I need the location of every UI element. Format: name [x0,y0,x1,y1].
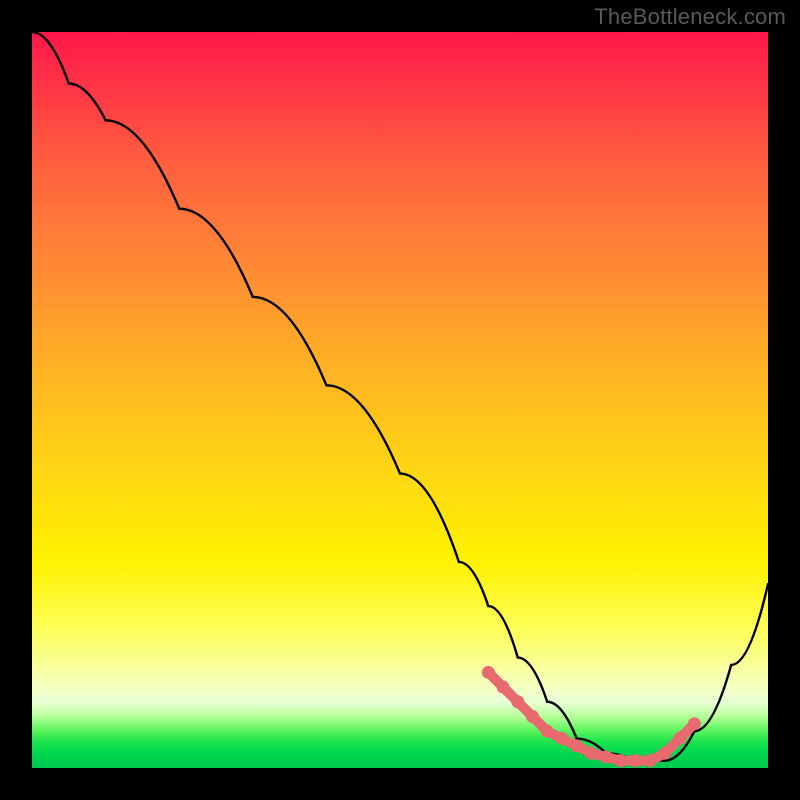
marker-dot [644,754,657,767]
marker-dot [541,725,554,738]
chart-plot-area [32,32,768,768]
marker-dot [673,732,686,745]
marker-group [482,666,701,767]
chart-svg [32,32,768,768]
marker-dot [570,739,583,752]
marker-dot [629,754,642,767]
marker-dot [585,747,598,760]
marker-dot [555,732,568,745]
marker-dot [497,681,510,694]
chart-frame: TheBottleneck.com [0,0,800,800]
marker-dot [482,666,495,679]
marker-dot [688,717,701,730]
marker-dot [511,695,524,708]
attribution-label: TheBottleneck.com [594,4,786,30]
marker-dot [526,710,539,723]
marker-segment [488,672,694,760]
marker-dot [658,747,671,760]
marker-dot [614,754,627,767]
curve-line [32,32,768,761]
marker-dot [600,750,613,763]
